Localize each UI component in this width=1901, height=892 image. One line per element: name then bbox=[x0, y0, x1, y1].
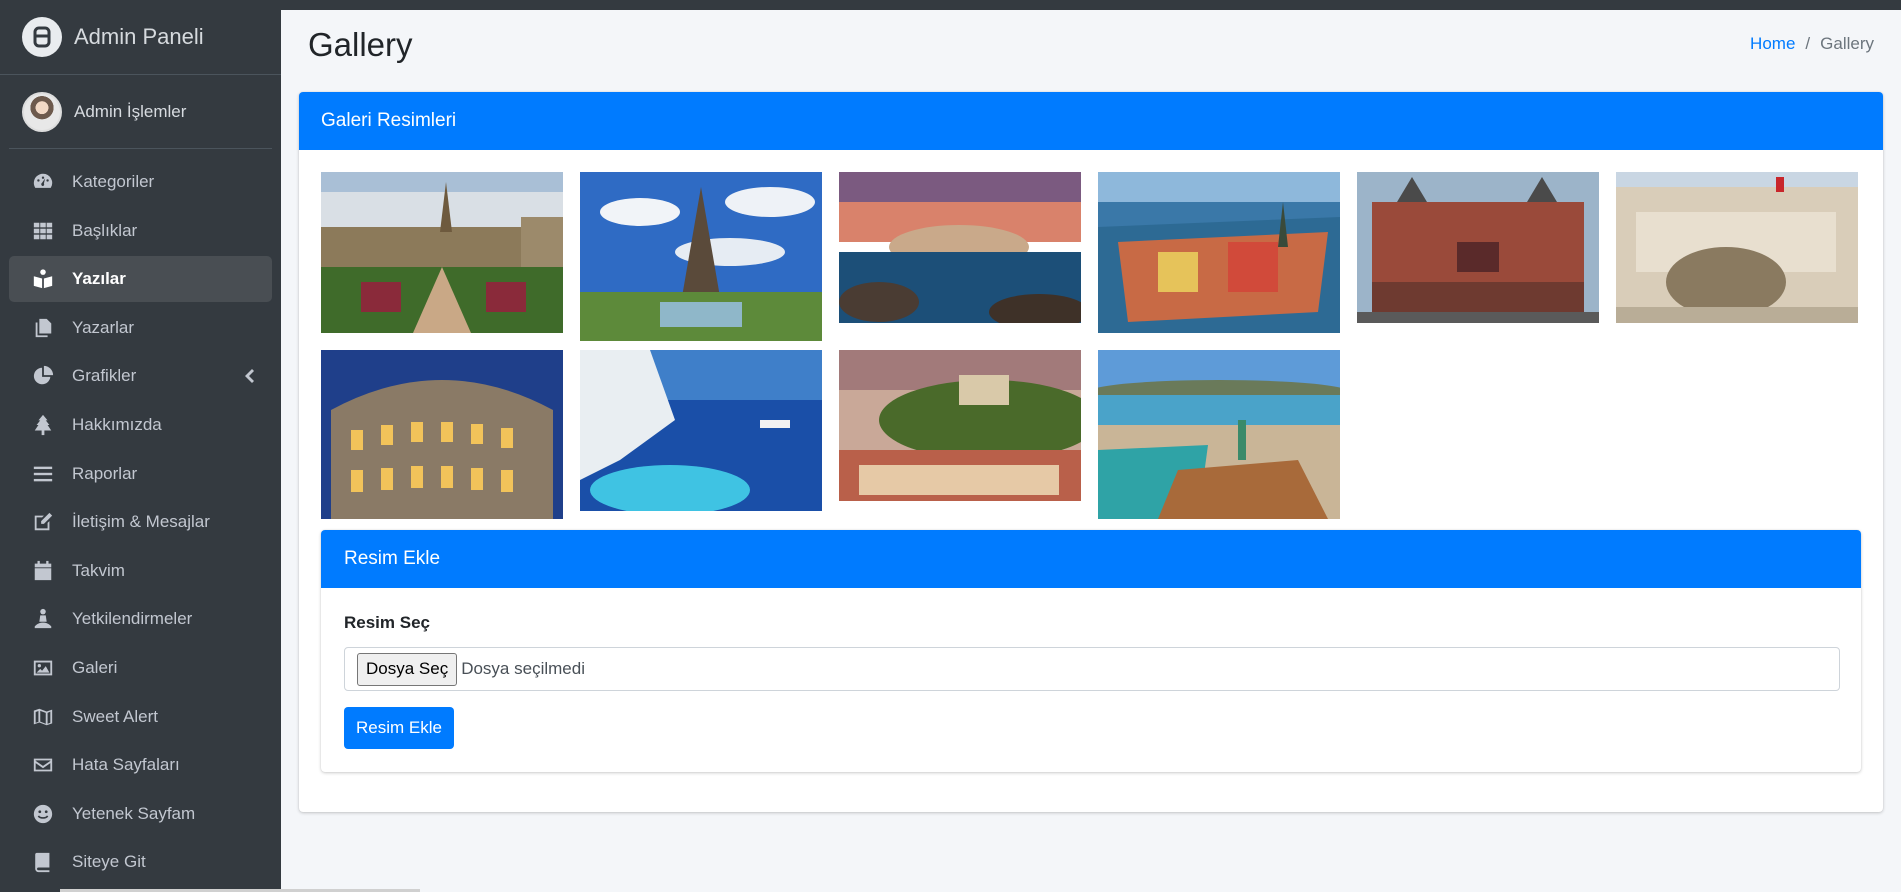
sidebar-item-grafikler[interactable]: Grafikler bbox=[9, 353, 272, 399]
sidebar-item-label: Başlıklar bbox=[72, 220, 138, 240]
sidebar-item-yetenek-sayfam[interactable]: Yetenek Sayfam bbox=[9, 791, 272, 837]
sidebar-item-hata-sayfalari[interactable]: Hata Sayfaları bbox=[9, 742, 272, 788]
user-name: Admin İşlemler bbox=[74, 101, 187, 121]
file-input[interactable]: Dosya Seç Dosya seçilmedi bbox=[344, 647, 1840, 691]
breadcrumb-home-link[interactable]: Home bbox=[1750, 34, 1795, 54]
sidebar-item-siteye-git[interactable]: Siteye Git bbox=[9, 839, 272, 885]
bars-icon bbox=[32, 463, 54, 485]
brand-link[interactable]: Admin Paneli bbox=[0, 0, 281, 75]
sidebar-item-label: Yetkilendirmeler bbox=[72, 609, 193, 629]
sidebar-item-iletisim[interactable]: İletişim & Mesajlar bbox=[9, 499, 272, 545]
book-reader-icon bbox=[32, 268, 54, 290]
page-title: Gallery bbox=[308, 26, 413, 63]
sidebar-item-label: Yetenek Sayfam bbox=[72, 803, 196, 823]
upload-card-title: Resim Ekle bbox=[344, 548, 441, 569]
upload-card: Resim Ekle Resim Seç Dosya Seç Dosya seç… bbox=[321, 530, 1861, 772]
choose-file-button[interactable]: Dosya Seç bbox=[357, 652, 458, 686]
sidebar-item-yetkilendirmeler[interactable]: Yetkilendirmeler bbox=[9, 596, 272, 642]
gallery-card-header: Galeri Resimleri bbox=[299, 92, 1883, 150]
sidebar-item-label: İletişim & Mesajlar bbox=[72, 512, 210, 532]
sidebar-item-label: Hakkımızda bbox=[72, 414, 162, 434]
smile-icon bbox=[32, 803, 54, 825]
upload-card-header: Resim Ekle bbox=[321, 530, 1861, 588]
breadcrumb: Home / Gallery bbox=[1750, 34, 1874, 54]
gallery-image-amsterdam-station[interactable] bbox=[1357, 172, 1599, 323]
book-icon bbox=[32, 851, 54, 873]
gallery-image-coastal-town[interactable] bbox=[839, 172, 1081, 323]
sidebar-item-label: Hata Sayfaları bbox=[72, 755, 180, 775]
meditation-icon bbox=[32, 608, 54, 630]
gallery-image-paris-eiffel[interactable] bbox=[580, 172, 822, 341]
brand-text: Admin Paneli bbox=[74, 24, 204, 49]
gallery-image-rome-colosseum[interactable] bbox=[321, 350, 563, 519]
breadcrumb-separator: / bbox=[1805, 34, 1811, 53]
gallery-image-zurich[interactable] bbox=[1098, 350, 1340, 519]
sidebar-item-label: Sweet Alert bbox=[72, 706, 158, 726]
main-content: Gallery Home / Gallery Galeri Resimleri bbox=[281, 10, 1901, 892]
gallery-image-santorini[interactable] bbox=[580, 350, 822, 511]
sidebar-item-label: Raporlar bbox=[72, 463, 138, 483]
sidebar-item-label: Siteye Git bbox=[72, 852, 146, 872]
sidebar-item-yazarlar[interactable]: Yazarlar bbox=[9, 305, 272, 351]
map-icon bbox=[32, 706, 54, 728]
sidebar-item-kategoriler[interactable]: Kategoriler bbox=[9, 159, 272, 205]
sidebar-item-label: Galeri bbox=[72, 657, 118, 677]
sidebar-item-sweet-alert[interactable]: Sweet Alert bbox=[9, 694, 272, 740]
top-strip bbox=[0, 0, 1901, 10]
calendar-icon bbox=[32, 560, 54, 582]
gallery-card: Galeri Resimleri Resim Ekle Resim Seç Do… bbox=[299, 92, 1883, 812]
sidebar-item-takvim[interactable]: Takvim bbox=[9, 548, 272, 594]
file-input-label: Resim Seç bbox=[344, 613, 430, 632]
add-image-button[interactable]: Resim Ekle bbox=[344, 707, 454, 749]
gallery-image-brussels[interactable] bbox=[321, 172, 563, 333]
sidebar-item-label: Kategoriler bbox=[72, 172, 155, 191]
edit-icon bbox=[32, 511, 54, 533]
gallery-image-stockholm[interactable] bbox=[1098, 172, 1340, 333]
user-panel[interactable]: Admin İşlemler bbox=[9, 75, 272, 149]
gallery-image-salzburg[interactable] bbox=[839, 350, 1081, 501]
sidebar-item-label: Yazarlar bbox=[72, 317, 135, 337]
gallery-card-title: Galeri Resimleri bbox=[321, 110, 457, 131]
tree-icon bbox=[32, 414, 54, 436]
sidebar-item-label: Grafikler bbox=[72, 366, 137, 386]
gallery-image-madrid-cibeles[interactable] bbox=[1616, 172, 1858, 323]
file-status-text: Dosya seçilmedi bbox=[461, 659, 585, 678]
grid-icon bbox=[32, 220, 54, 242]
image-icon bbox=[32, 657, 54, 679]
sidebar-item-yazilar[interactable]: Yazılar bbox=[9, 256, 272, 303]
sidebar-item-basliklar[interactable]: Başlıklar bbox=[9, 208, 272, 254]
avatar bbox=[22, 91, 62, 132]
sidebar: Admin Paneli Admin İşlemler Kategoriler … bbox=[0, 0, 281, 892]
brand-logo-icon bbox=[22, 17, 62, 57]
tachometer-icon bbox=[32, 171, 54, 193]
pie-chart-icon bbox=[32, 365, 54, 387]
copy-icon bbox=[32, 317, 54, 339]
sidebar-item-label: Yazılar bbox=[72, 269, 126, 289]
sidebar-item-label: Takvim bbox=[72, 560, 125, 580]
envelope-icon bbox=[32, 754, 54, 776]
sidebar-item-raporlar[interactable]: Raporlar bbox=[9, 451, 272, 497]
breadcrumb-current: Gallery bbox=[1820, 34, 1874, 53]
chevron-left-icon bbox=[244, 368, 254, 384]
sidebar-item-galeri[interactable]: Galeri bbox=[9, 645, 272, 691]
sidebar-nav: Kategoriler Başlıklar Yazılar Yazarlar G… bbox=[0, 149, 281, 885]
sidebar-item-hakkimizda[interactable]: Hakkımızda bbox=[9, 402, 272, 448]
